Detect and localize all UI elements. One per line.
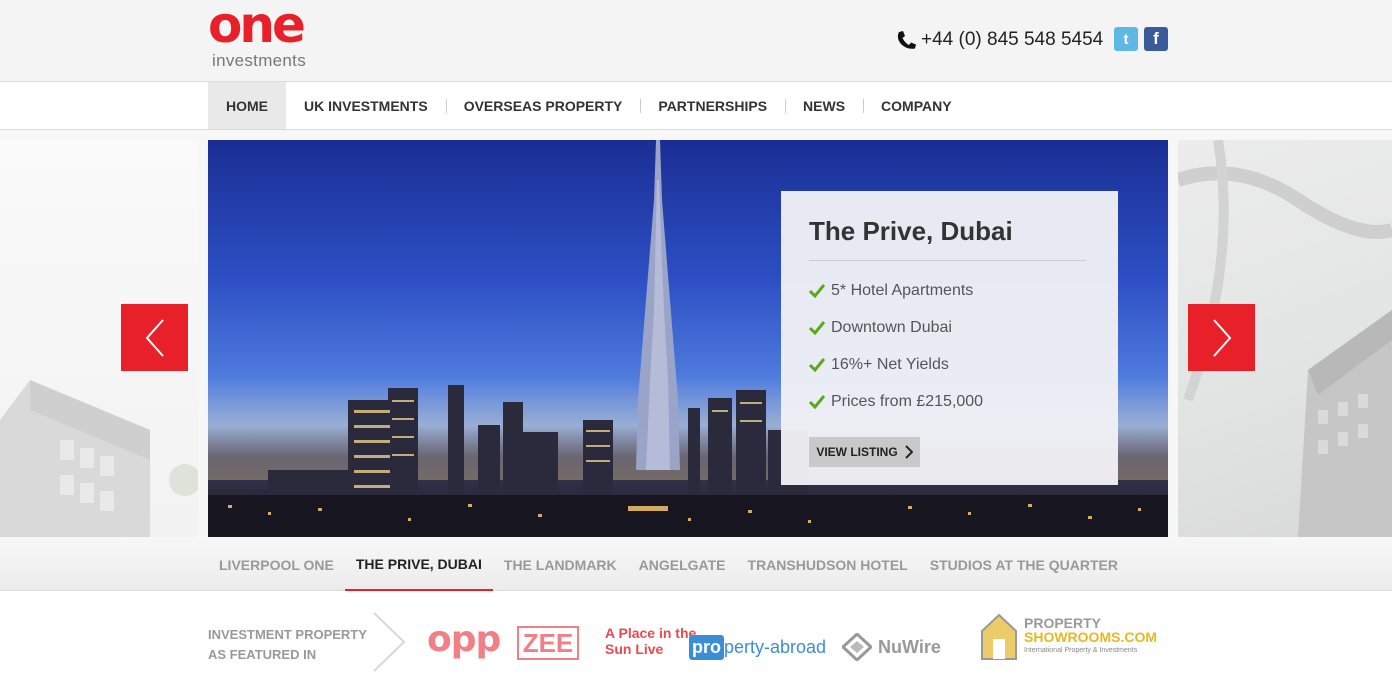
tab-the-landmark[interactable]: THE LANDMARK [493, 538, 628, 591]
tab-liverpool-one[interactable]: LIVERPOOL ONE [208, 538, 345, 591]
phone-number: +44 (0) 845 548 5454 [921, 29, 1104, 50]
phone-contact[interactable]: +44 (0) 845 548 5454 [895, 29, 1103, 51]
feature-item: 16%+ Net Yields [809, 356, 949, 374]
nav-item-company[interactable]: COMPANY [863, 82, 970, 129]
chevron-right-icon [1212, 318, 1231, 357]
property-showrooms-logo[interactable]: PROPERTY SHOWROOMS.COM International Pro… [980, 613, 1157, 660]
section-chevron-icon [373, 612, 406, 672]
feature-item: Downtown Dubai [809, 319, 952, 337]
nav-item-overseas-property[interactable]: OVERSEAS PROPERTY [445, 82, 641, 129]
chevron-right-icon [904, 445, 913, 459]
nuwire-diamond-icon [842, 633, 872, 661]
property-title: The Prive, Dubai [809, 216, 1013, 246]
feature-item: 5* Hotel Apartments [809, 282, 973, 300]
nuwire-investor-logo[interactable]: NuWire [842, 627, 941, 667]
main-navigation: HOME UK INVESTMENTS OVERSEAS PROPERTY PA… [0, 82, 1392, 130]
checkmark-icon [809, 321, 825, 335]
checkmark-icon [809, 395, 825, 409]
next-slide-button[interactable] [1188, 304, 1255, 371]
tab-studios-at-the-quarter[interactable]: STUDIOS AT THE QUARTER [919, 538, 1129, 591]
nav-item-partnerships[interactable]: PARTNERSHIPS [640, 82, 785, 129]
house-icon [981, 613, 1017, 660]
site-header: one investments +44 (0) 845 548 5454 t f [0, 0, 1392, 82]
tab-angelgate[interactable]: ANGELGATE [628, 538, 737, 591]
view-listing-button[interactable]: VIEW LISTING [809, 437, 920, 467]
property-tabs: LIVERPOOL ONE THE PRIVE, DUBAI THE LANDM… [0, 538, 1392, 591]
featured-in-label: INVESTMENT PROPERTY AS FEATURED IN [208, 627, 367, 662]
title-divider [809, 260, 1086, 261]
logo-sub-text: investments [212, 51, 307, 70]
property-info-card: The Prive, Dubai 5* Hotel Apartments Dow… [781, 191, 1118, 485]
feature-item: Prices from £215,000 [809, 393, 983, 411]
chevron-left-icon [145, 318, 164, 357]
nav-item-uk-investments[interactable]: UK INVESTMENTS [286, 82, 446, 129]
hero-slider [0, 130, 1392, 538]
previous-slide-button[interactable] [121, 304, 188, 371]
nav-item-news[interactable]: NEWS [785, 82, 863, 129]
checkmark-icon [809, 284, 825, 298]
tab-the-prive-dubai[interactable]: THE PRIVE, DUBAI [344, 538, 493, 591]
facebook-icon[interactable]: f [1144, 27, 1168, 51]
a-place-in-the-sun-live-logo[interactable]: A Place in the Sun Live [605, 625, 696, 665]
twitter-icon[interactable]: t [1114, 27, 1138, 51]
logo-main-text: one [208, 0, 306, 54]
featured-in-section: INVESTMENT PROPERTY AS FEATURED IN opp Z… [0, 591, 1392, 674]
nav-item-home[interactable]: HOME [208, 82, 286, 129]
one-investments-logo[interactable]: one investments [208, 0, 338, 70]
tab-transhudson-hotel[interactable]: TRANSHUDSON HOTEL [737, 538, 919, 591]
checkmark-icon [809, 358, 825, 372]
zee-logo[interactable]: ZEE [517, 626, 579, 660]
property-abroad-logo[interactable]: pro perty-abroad [689, 627, 826, 667]
opp-logo[interactable]: opp [427, 619, 501, 660]
phone-icon [897, 31, 916, 49]
